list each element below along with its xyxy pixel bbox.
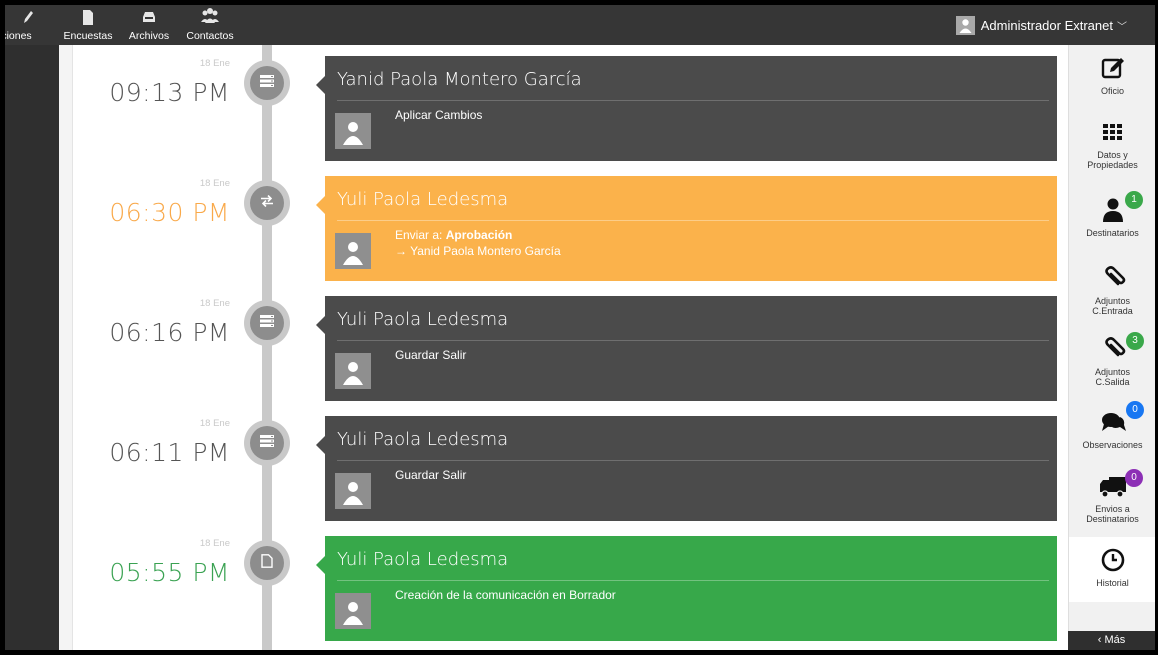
- sidebar-item-label: Destinatarios: [1086, 228, 1139, 238]
- timeline-node: [244, 420, 290, 466]
- avatar: [955, 15, 975, 35]
- nav-item-contactos[interactable]: Contactos: [181, 7, 239, 45]
- entry-date: 18 Ene: [199, 298, 230, 309]
- sidebar-item-envios[interactable]: 0 Envios a Destinatarios: [1069, 469, 1155, 535]
- notification-badge: 0: [1125, 469, 1143, 487]
- document-icon: [57, 7, 119, 29]
- sidebar-item-label: Observaciones: [1082, 440, 1143, 450]
- file-icon: [261, 553, 273, 573]
- sidebar-item-label: Historial: [1096, 578, 1129, 588]
- server-icon: [260, 314, 274, 332]
- card-text: Aplicar Cambios: [395, 108, 483, 122]
- avatar: [335, 113, 371, 149]
- sidebar-item-label: C.Entrada: [1092, 306, 1133, 316]
- avatar: [335, 473, 371, 509]
- card-title: Yuli Paola Ledesma: [337, 429, 509, 450]
- sidebar-item-label: C.Salida: [1095, 377, 1130, 387]
- timeline-card: Yuli Paola Ledesma Creación de la comuni…: [316, 536, 1057, 641]
- user-icon: 1: [1069, 191, 1155, 225]
- user-name: Administrador Extranet: [980, 17, 1113, 33]
- inbox-icon: [123, 7, 175, 29]
- server-icon: [260, 434, 274, 452]
- nav-item-funciones[interactable]: iciones: [5, 7, 51, 45]
- timeline-entry: 18 Ene 06:30 PM Yuli Paola Ledesma Envia…: [5, 176, 1065, 286]
- entry-time: 05:55 PM: [109, 558, 230, 587]
- card-title: Yuli Paola Ledesma: [337, 309, 509, 330]
- entry-date: 18 Ene: [199, 418, 230, 429]
- notification-badge: 3: [1126, 332, 1144, 350]
- sidebar-item-datos[interactable]: Datos y Propiedades: [1069, 117, 1155, 181]
- users-icon: [181, 7, 239, 29]
- pencil-icon: [5, 7, 51, 29]
- user-menu[interactable]: Administrador Extranet ﹀: [955, 13, 1127, 37]
- entry-time: 06:16 PM: [109, 318, 230, 347]
- timeline-node: [244, 300, 290, 346]
- timeline-card: Yuli Paola Ledesma Enviar a: Aprobación …: [316, 176, 1057, 281]
- card-title: Yuli Paola Ledesma: [337, 189, 509, 210]
- sidebar-item-label: Adjuntos: [1094, 296, 1131, 306]
- card-text: Creación de la comunicación en Borrador: [395, 588, 616, 602]
- card-text: Guardar Salir: [395, 348, 467, 362]
- transfer-icon: [260, 194, 274, 212]
- entry-date: 18 Ene: [199, 178, 230, 189]
- send-target: Aprobación: [445, 228, 513, 242]
- entry-date: 18 Ene: [199, 58, 230, 69]
- timeline-node: [244, 180, 290, 226]
- sidebar-item-historial[interactable]: Historial: [1069, 537, 1155, 602]
- timeline-entry: 18 Ene 06:11 PM Yuli Paola Ledesma Guard…: [5, 416, 1065, 526]
- truck-icon: 0: [1069, 469, 1155, 501]
- nav-item-archivos[interactable]: Archivos: [123, 7, 175, 45]
- grid-icon: [1069, 117, 1155, 147]
- chevron-down-icon: ﹀: [1117, 21, 1127, 33]
- more-button[interactable]: ‹ Más: [1068, 631, 1155, 650]
- right-sidebar: Oficio Datos y Propiedades 1 Destinatari…: [1068, 45, 1155, 650]
- paperclip-icon: [1069, 263, 1155, 293]
- timeline-node: [244, 540, 290, 586]
- timeline-node: [244, 60, 290, 106]
- app-frame: iciones Encuestas Archivos Contactos Adm…: [5, 5, 1155, 650]
- recipient: → Yanid Paola Montero García: [395, 244, 561, 258]
- timeline-entry: 18 Ene 05:55 PM Yuli Paola Ledesma Creac…: [5, 536, 1065, 646]
- server-icon: [260, 74, 274, 92]
- sidebar-item-label: Datos y: [1097, 150, 1128, 160]
- paperclip-icon: 3: [1069, 332, 1155, 364]
- sidebar-item-adjuntos-entrada[interactable]: Adjuntos C.Entrada: [1069, 263, 1155, 323]
- notification-badge: 1: [1125, 191, 1143, 209]
- timeline-entry: 18 Ene 09:13 PM Yanid Paola Montero Garc…: [5, 56, 1065, 166]
- card-text: Enviar a: Aprobación → Yanid Paola Monte…: [395, 227, 561, 259]
- card-text: Guardar Salir: [395, 468, 467, 482]
- timeline-card: Yuli Paola Ledesma Guardar Salir: [316, 416, 1057, 521]
- sidebar-item-label: Oficio: [1100, 86, 1124, 96]
- entry-date: 18 Ene: [199, 538, 230, 549]
- avatar: [335, 353, 371, 389]
- sidebar-item-label: Propiedades: [1087, 160, 1138, 170]
- sidebar-item-label: Destinatarios: [1086, 514, 1139, 524]
- entry-time: 09:13 PM: [109, 78, 230, 107]
- send-prefix: Enviar a:: [395, 228, 443, 242]
- card-title: Yuli Paola Ledesma: [337, 549, 509, 570]
- clock-icon: [1069, 545, 1155, 575]
- sidebar-item-destinatarios[interactable]: 1 Destinatarios: [1069, 191, 1155, 255]
- avatar: [335, 593, 371, 629]
- timeline-card: Yanid Paola Montero García Aplicar Cambi…: [316, 56, 1057, 161]
- comments-icon: 0: [1069, 401, 1155, 437]
- timeline-card: Yuli Paola Ledesma Guardar Salir: [316, 296, 1057, 401]
- sidebar-item-label: Envios a: [1095, 504, 1130, 514]
- entry-time: 06:30 PM: [109, 198, 230, 227]
- sidebar-item-observaciones[interactable]: 0 Observaciones: [1069, 401, 1155, 467]
- avatar: [335, 233, 371, 269]
- top-navbar: iciones Encuestas Archivos Contactos Adm…: [5, 5, 1155, 45]
- timeline-entry: 18 Ene 06:16 PM Yuli Paola Ledesma Guard…: [5, 296, 1065, 406]
- card-title: Yanid Paola Montero García: [337, 69, 582, 90]
- edit-icon: [1069, 53, 1155, 83]
- sidebar-item-oficio[interactable]: Oficio: [1069, 53, 1155, 113]
- sidebar-item-label: Adjuntos: [1094, 367, 1131, 377]
- entry-time: 06:11 PM: [109, 438, 230, 467]
- sidebar-item-adjuntos-salida[interactable]: 3 Adjuntos C.Salida: [1069, 332, 1155, 394]
- notification-badge: 0: [1126, 401, 1144, 419]
- nav-item-encuestas[interactable]: Encuestas: [57, 7, 119, 45]
